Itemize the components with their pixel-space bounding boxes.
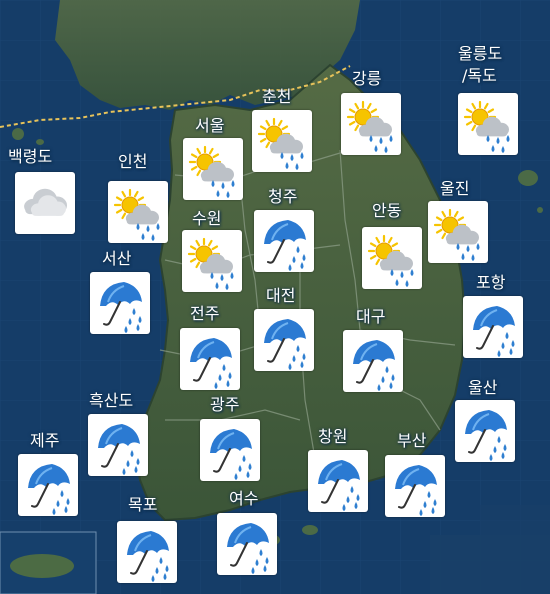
city-label-ulsan: 울산 bbox=[468, 378, 498, 397]
city-label-yeosu: 여수 bbox=[229, 489, 259, 508]
umbrella-rain-icon bbox=[264, 220, 306, 271]
weather-card-seoul[interactable] bbox=[183, 138, 243, 200]
umbrella-rain-icon bbox=[190, 338, 232, 389]
weather-card-ulleungdo[interactable] bbox=[458, 93, 518, 155]
umbrella-rain-icon bbox=[127, 531, 169, 582]
city-label-jeonju: 전주 bbox=[190, 304, 220, 323]
city-label-andong: 안동 bbox=[372, 201, 402, 220]
city-label-uljin: 울진 bbox=[440, 179, 470, 198]
ulleungdo-island bbox=[518, 170, 538, 186]
weather-card-jeonju[interactable] bbox=[180, 328, 240, 390]
city-label-suwon: 수원 bbox=[192, 209, 222, 228]
raindrops-icon bbox=[210, 272, 234, 290]
raindrops-icon bbox=[456, 243, 480, 261]
city-label-jeju: 제주 bbox=[30, 431, 60, 450]
umbrella-rain-icon bbox=[227, 523, 269, 574]
weather-card-heuksando[interactable] bbox=[88, 414, 148, 476]
weather-card-andong[interactable] bbox=[362, 227, 422, 289]
raindrops-icon bbox=[280, 152, 304, 170]
weather-card-seosan[interactable] bbox=[90, 272, 150, 334]
city-label-pohang: 포항 bbox=[476, 273, 506, 292]
weather-card-changwon[interactable] bbox=[308, 450, 368, 512]
city-label-baengnyeongdo: 백령도 bbox=[8, 147, 53, 166]
weather-card-chuncheon[interactable] bbox=[252, 110, 312, 172]
weather-card-mokpo[interactable] bbox=[117, 521, 177, 583]
weather-card-baengnyeongdo[interactable] bbox=[15, 172, 75, 234]
weather-card-gwangju[interactable] bbox=[200, 419, 260, 481]
city-label-ulleungdo: 울릉도 bbox=[458, 44, 503, 63]
weather-card-yeosu[interactable] bbox=[217, 513, 277, 575]
umbrella-rain-icon bbox=[353, 340, 395, 391]
city-label-gwangju: 광주 bbox=[210, 395, 240, 414]
weather-map: 백령도 인천 서울 춘천 강릉 울릉도/독도수원 청주안동 울진서산포항전주 대전대구흑산도 광주… bbox=[0, 0, 550, 594]
weather-card-uljin[interactable] bbox=[428, 201, 488, 263]
raindrops-icon bbox=[369, 135, 393, 153]
umbrella-rain-icon bbox=[28, 464, 70, 515]
umbrella-rain-icon bbox=[98, 424, 140, 475]
weather-card-incheon[interactable] bbox=[108, 181, 168, 243]
weather-card-suwon[interactable] bbox=[182, 230, 242, 292]
raindrops-icon bbox=[211, 180, 235, 198]
weather-card-ulsan[interactable] bbox=[455, 400, 515, 462]
city-label-incheon: 인천 bbox=[118, 152, 148, 171]
umbrella-rain-icon bbox=[318, 460, 360, 511]
raindrops-icon bbox=[390, 269, 414, 287]
city-label-busan: 부산 bbox=[397, 431, 427, 450]
jeju-island bbox=[10, 554, 74, 578]
city-label-seoul: 서울 bbox=[195, 116, 225, 135]
city-label-seosan: 서산 bbox=[102, 249, 132, 268]
weather-card-jeju[interactable] bbox=[18, 454, 78, 516]
umbrella-rain-icon bbox=[100, 282, 142, 333]
umbrella-rain-icon bbox=[395, 465, 437, 516]
umbrella-rain-icon bbox=[264, 319, 306, 370]
umbrella-rain-icon bbox=[465, 410, 507, 461]
city-label-cheongju: 청주 bbox=[268, 187, 298, 206]
umbrella-rain-icon bbox=[210, 429, 252, 480]
city-label-daegu: 대구 bbox=[356, 307, 386, 326]
weather-card-pohang[interactable] bbox=[463, 296, 523, 358]
weather-card-cheongju[interactable] bbox=[254, 210, 314, 272]
raindrops-icon bbox=[486, 135, 510, 153]
weather-card-busan[interactable] bbox=[385, 455, 445, 517]
weather-card-daegu[interactable] bbox=[343, 330, 403, 392]
raindrops-icon bbox=[136, 223, 160, 241]
city-label-gangneung: 강릉 bbox=[352, 69, 382, 88]
city-label-changwon: 창원 bbox=[318, 427, 348, 446]
city-label-chuncheon: 춘천 bbox=[262, 87, 292, 106]
city-label-heuksando: 흑산도 bbox=[89, 391, 134, 410]
city-label-mokpo: 목포 bbox=[128, 495, 158, 514]
weather-card-daejeon[interactable] bbox=[254, 309, 314, 371]
city-label-dokdo: /독도 bbox=[462, 66, 497, 85]
city-label-daejeon: 대전 bbox=[266, 286, 296, 305]
umbrella-rain-icon bbox=[473, 306, 515, 357]
weather-card-gangneung[interactable] bbox=[341, 93, 401, 155]
